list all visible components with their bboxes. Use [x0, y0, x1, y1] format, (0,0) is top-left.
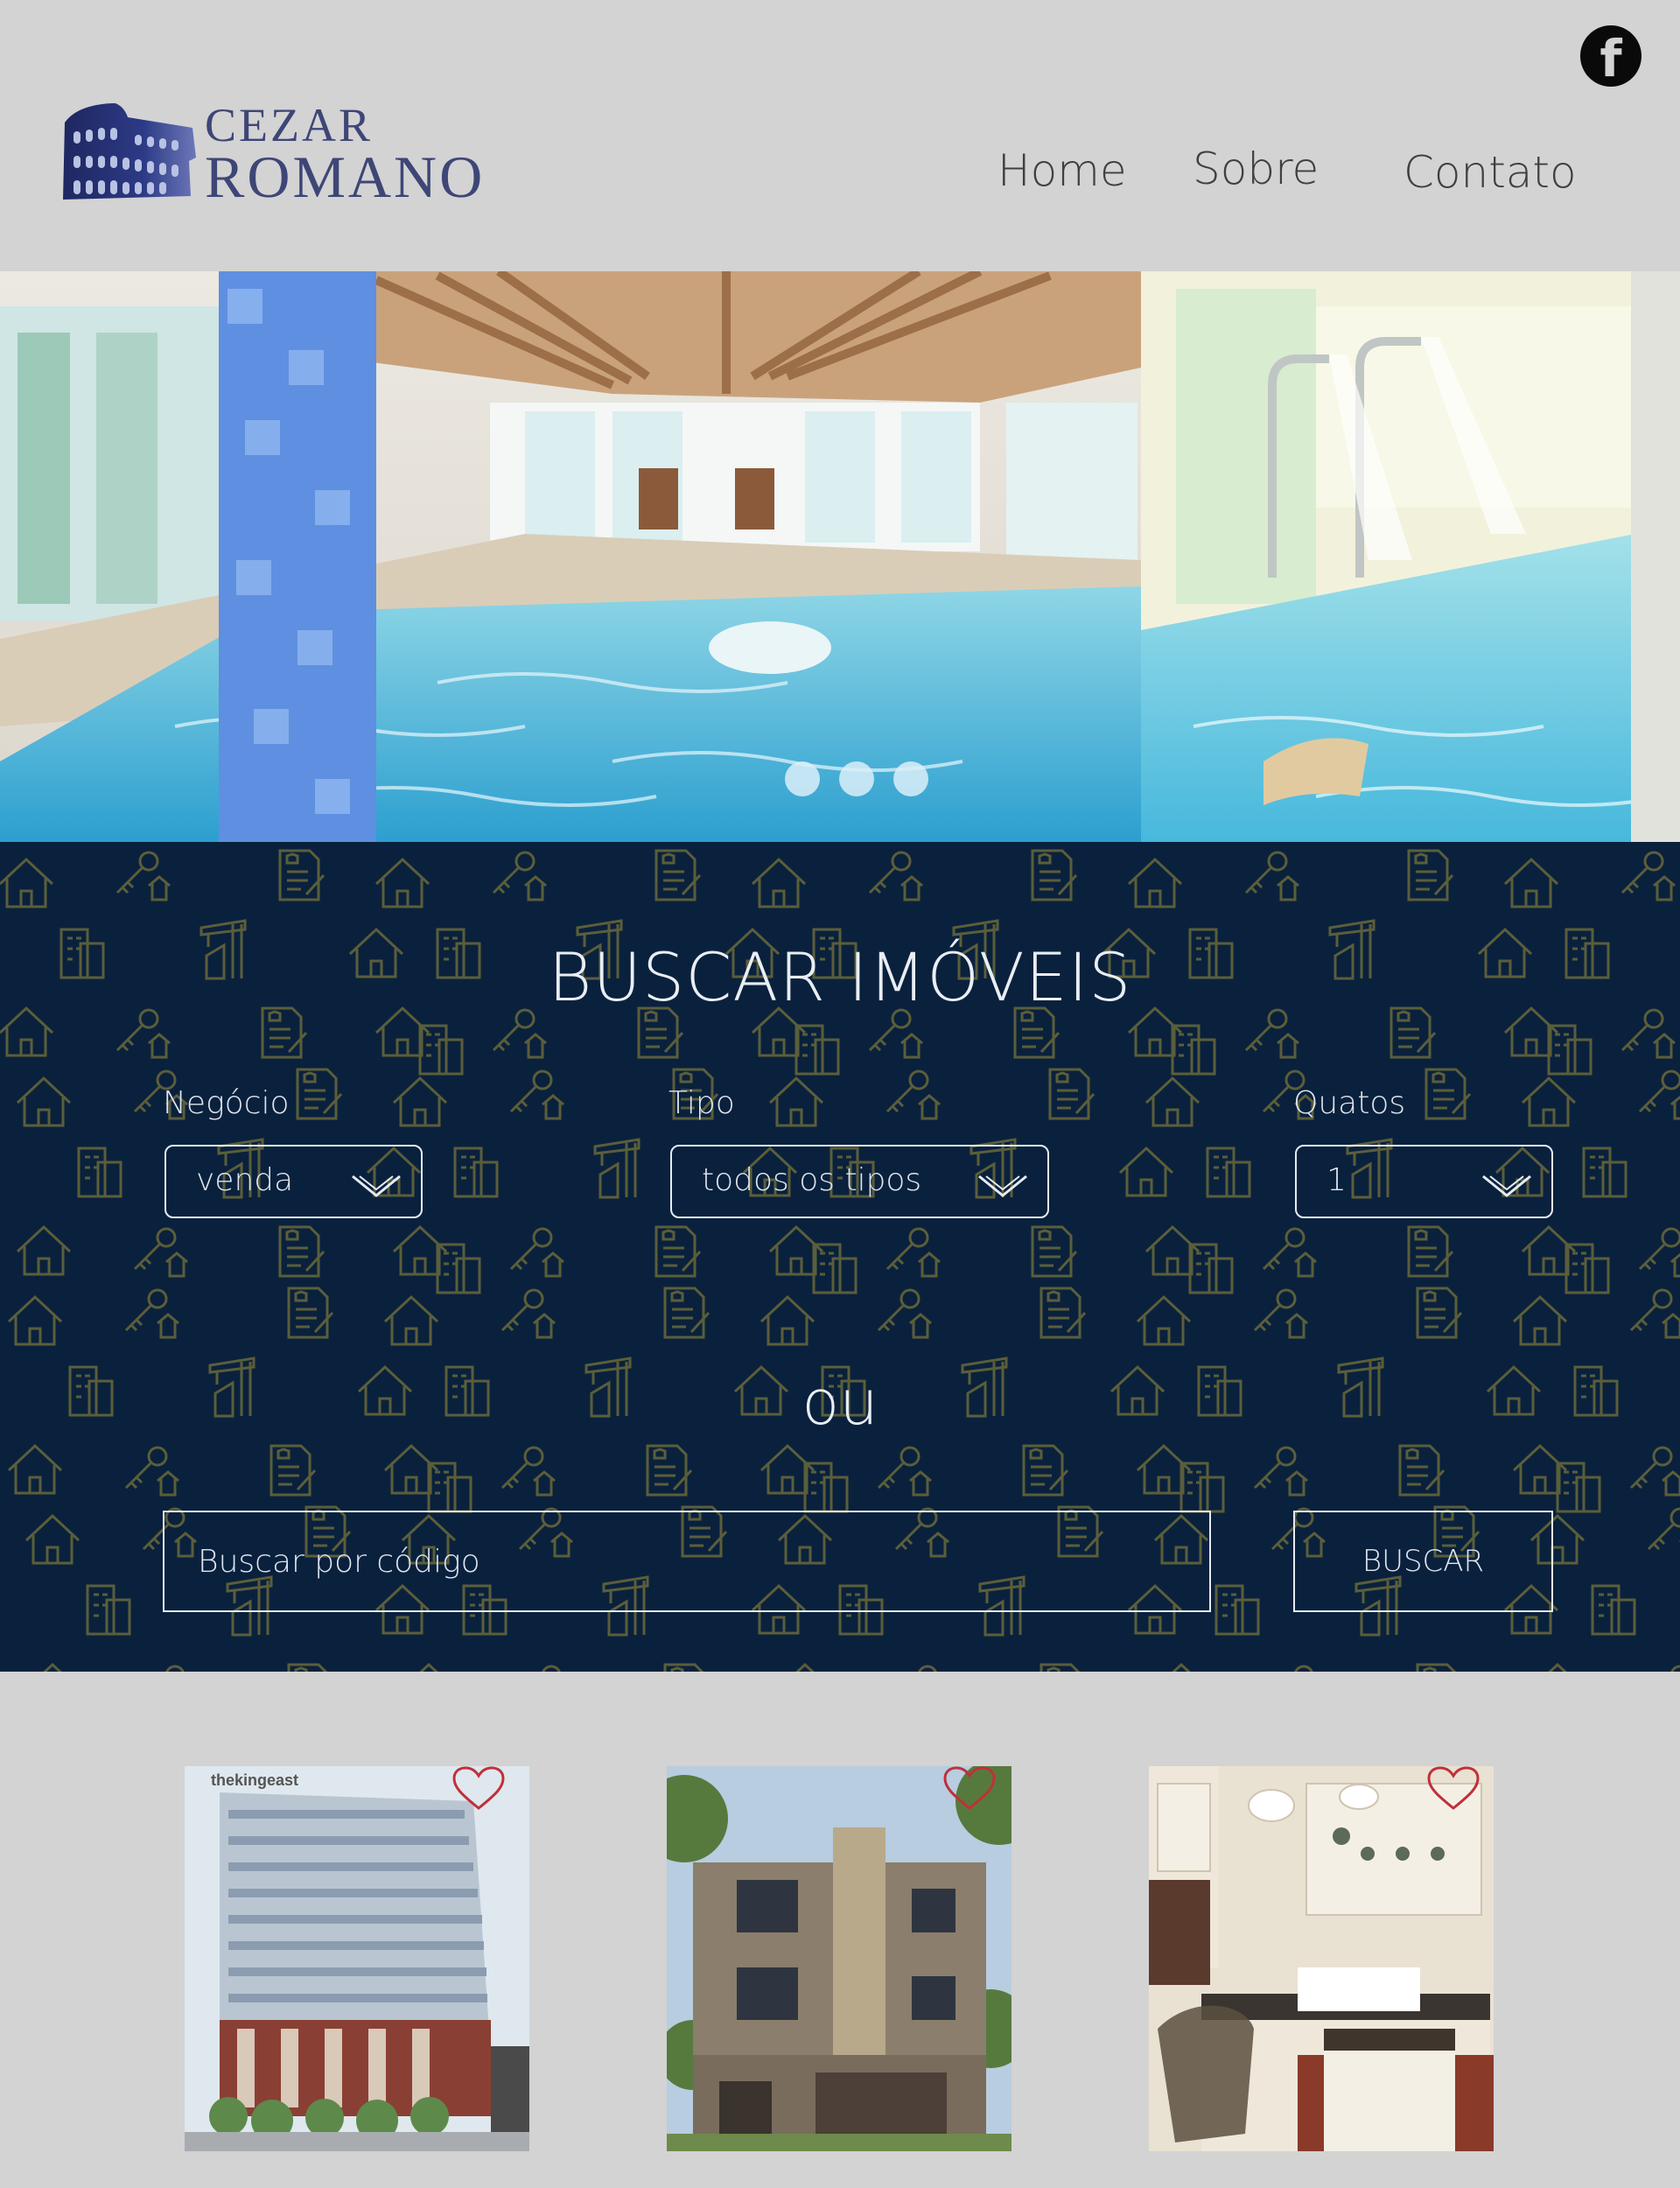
tipo-label: Tipo: [668, 1085, 735, 1121]
tipo-select-value: todos os tipos: [702, 1162, 922, 1198]
chevron-down-icon: [1482, 1175, 1531, 1197]
slider-dot-3[interactable]: [893, 761, 928, 796]
listing-image-kitchen: [1149, 1766, 1494, 2151]
facebook-icon[interactable]: f: [1580, 25, 1642, 88]
listing-image-tower: [185, 1766, 529, 2151]
header: f CEZAR ROMANO Home Sobre Contato: [0, 0, 1680, 271]
listing-card-2[interactable]: [667, 1766, 1012, 2151]
colosseum-icon: [63, 103, 196, 200]
property-search-section: BUSCAR IMÓVEIS Negócio venda Tipo todos …: [0, 842, 1680, 1672]
listing-card-3[interactable]: [1149, 1766, 1494, 2151]
hero-slider[interactable]: [0, 271, 1680, 842]
code-search-input[interactable]: [163, 1511, 1211, 1612]
heart-icon[interactable]: [943, 1766, 996, 1812]
hero-slide-spa-image: [1141, 271, 1680, 842]
quartos-select-value: 1: [1326, 1162, 1347, 1198]
listing-card-1[interactable]: thekingeast: [185, 1766, 529, 2151]
listing-watermark: thekingeast: [211, 1771, 299, 1789]
nav-sobre[interactable]: Sobre: [1193, 144, 1319, 194]
nav-contato[interactable]: Contato: [1404, 147, 1577, 198]
negocio-select-value: venda: [196, 1162, 294, 1198]
chevron-down-icon: [978, 1175, 1027, 1197]
slider-dot-1[interactable]: [785, 761, 820, 796]
negocio-select[interactable]: venda: [164, 1145, 423, 1218]
heart-icon[interactable]: [452, 1766, 505, 1812]
chevron-down-icon: [352, 1175, 401, 1197]
tipo-select[interactable]: todos os tipos: [670, 1145, 1049, 1218]
brand-logo[interactable]: CEZAR ROMANO: [60, 96, 482, 210]
heart-icon[interactable]: [1427, 1766, 1480, 1812]
negocio-label: Negócio: [163, 1085, 290, 1121]
brand-name-line2: ROMANO: [205, 144, 486, 210]
or-divider-text: ou: [802, 1367, 878, 1439]
search-title: BUSCAR IMÓVEIS: [548, 938, 1132, 1016]
quartos-select[interactable]: 1: [1295, 1145, 1553, 1218]
search-button[interactable]: BUSCAR: [1293, 1511, 1553, 1612]
listing-image-house: [667, 1766, 1012, 2151]
nav-home[interactable]: Home: [998, 145, 1127, 196]
hero-slide-pool-image: [0, 271, 1141, 842]
slider-dot-2[interactable]: [839, 761, 874, 796]
quartos-label: Quatos: [1293, 1085, 1406, 1121]
